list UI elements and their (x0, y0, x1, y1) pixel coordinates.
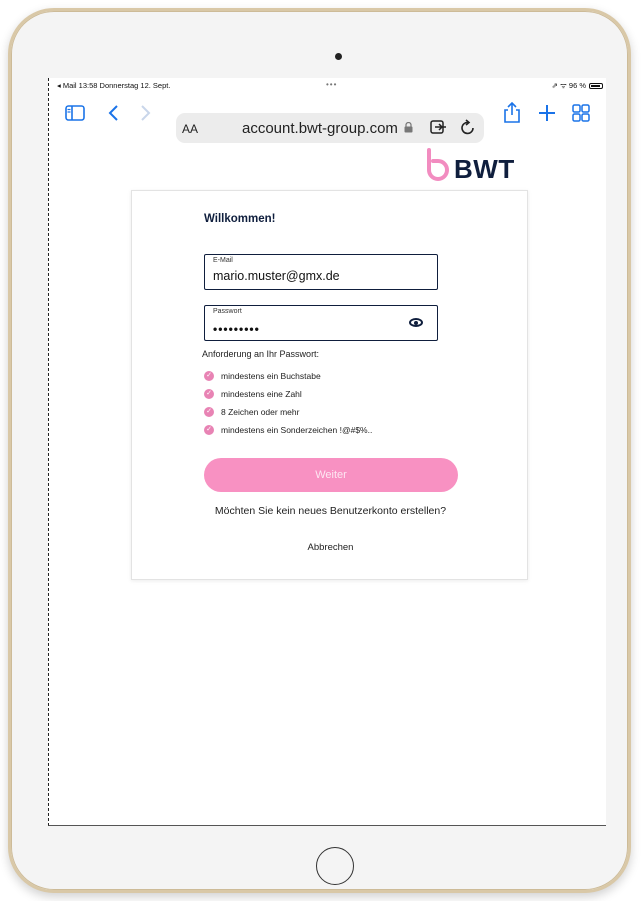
requirement-text: mindestens eine Zahl (221, 389, 302, 399)
tabs-overview-icon[interactable] (572, 104, 590, 125)
check-icon: ✓ (204, 407, 214, 417)
password-value: ••••••••• (213, 322, 260, 336)
url-text[interactable]: account.bwt-group.com (242, 120, 398, 137)
forward-icon[interactable] (139, 104, 151, 125)
address-bar[interactable]: AA account.bwt-group.com (176, 113, 484, 143)
email-value: mario.muster@gmx.de (213, 269, 340, 283)
battery-icon (589, 83, 603, 89)
cancel-link[interactable]: Abbrechen (132, 542, 529, 553)
bwt-logo: BWT (424, 148, 524, 184)
list-item: ✓ 8 Zeichen oder mehr (204, 403, 372, 421)
status-right: ⇗ ᯤ 96 % (552, 81, 603, 91)
next-button[interactable]: Weiter (204, 458, 458, 492)
status-left: ◂ Mail 13:58 Donnerstag 12. Sept. (57, 81, 171, 90)
requirement-text: mindestens ein Sonderzeichen !@#$%.. (221, 425, 373, 435)
requirements-title: Anforderung an Ihr Passwort: (202, 349, 320, 359)
home-button[interactable] (316, 847, 354, 885)
status-indicators: ⇗ ᯤ 96 % (551, 81, 586, 90)
text-size-button[interactable]: AA (182, 122, 198, 136)
camera-icon (335, 53, 342, 60)
no-account-link[interactable]: Möchten Sie kein neues Benutzerkonto ers… (132, 505, 529, 517)
password-label: Passwort (213, 308, 242, 315)
list-item: ✓ mindestens ein Sonderzeichen !@#$%.. (204, 421, 372, 439)
list-item: ✓ mindestens ein Buchstabe (204, 367, 372, 385)
lock-icon (404, 121, 413, 136)
new-tab-icon[interactable] (538, 104, 556, 125)
brand-name: BWT (454, 154, 515, 184)
login-card: Willkommen! E-Mail mario.muster@gmx.de P… (131, 190, 528, 580)
requirement-text: mindestens ein Buchstabe (221, 371, 321, 381)
browser-toolbar: AA account.bwt-group.com (49, 94, 607, 143)
back-icon[interactable] (108, 104, 120, 125)
page-title: Willkommen! (204, 213, 276, 225)
reload-icon[interactable] (460, 118, 476, 140)
bwt-logo-icon (427, 148, 449, 181)
check-icon: ✓ (204, 425, 214, 435)
eye-icon[interactable] (409, 318, 423, 327)
screen: ◂ Mail 13:58 Donnerstag 12. Sept. ••• ⇗ … (48, 78, 606, 826)
multitasking-dots[interactable]: ••• (326, 80, 337, 89)
list-item: ✓ mindestens eine Zahl (204, 385, 372, 403)
check-icon: ✓ (204, 371, 214, 381)
password-field[interactable]: Passwort ••••••••• (204, 305, 438, 341)
extensions-icon[interactable] (430, 119, 448, 138)
requirements-list: ✓ mindestens ein Buchstabe ✓ mindestens … (204, 367, 372, 439)
requirement-text: 8 Zeichen oder mehr (221, 407, 300, 417)
status-bar: ◂ Mail 13:58 Donnerstag 12. Sept. ••• ⇗ … (49, 78, 607, 94)
email-label: E-Mail (213, 257, 233, 264)
check-icon: ✓ (204, 389, 214, 399)
share-icon[interactable] (503, 101, 521, 127)
email-field[interactable]: E-Mail mario.muster@gmx.de (204, 254, 438, 290)
sidebar-icon[interactable] (65, 105, 85, 124)
